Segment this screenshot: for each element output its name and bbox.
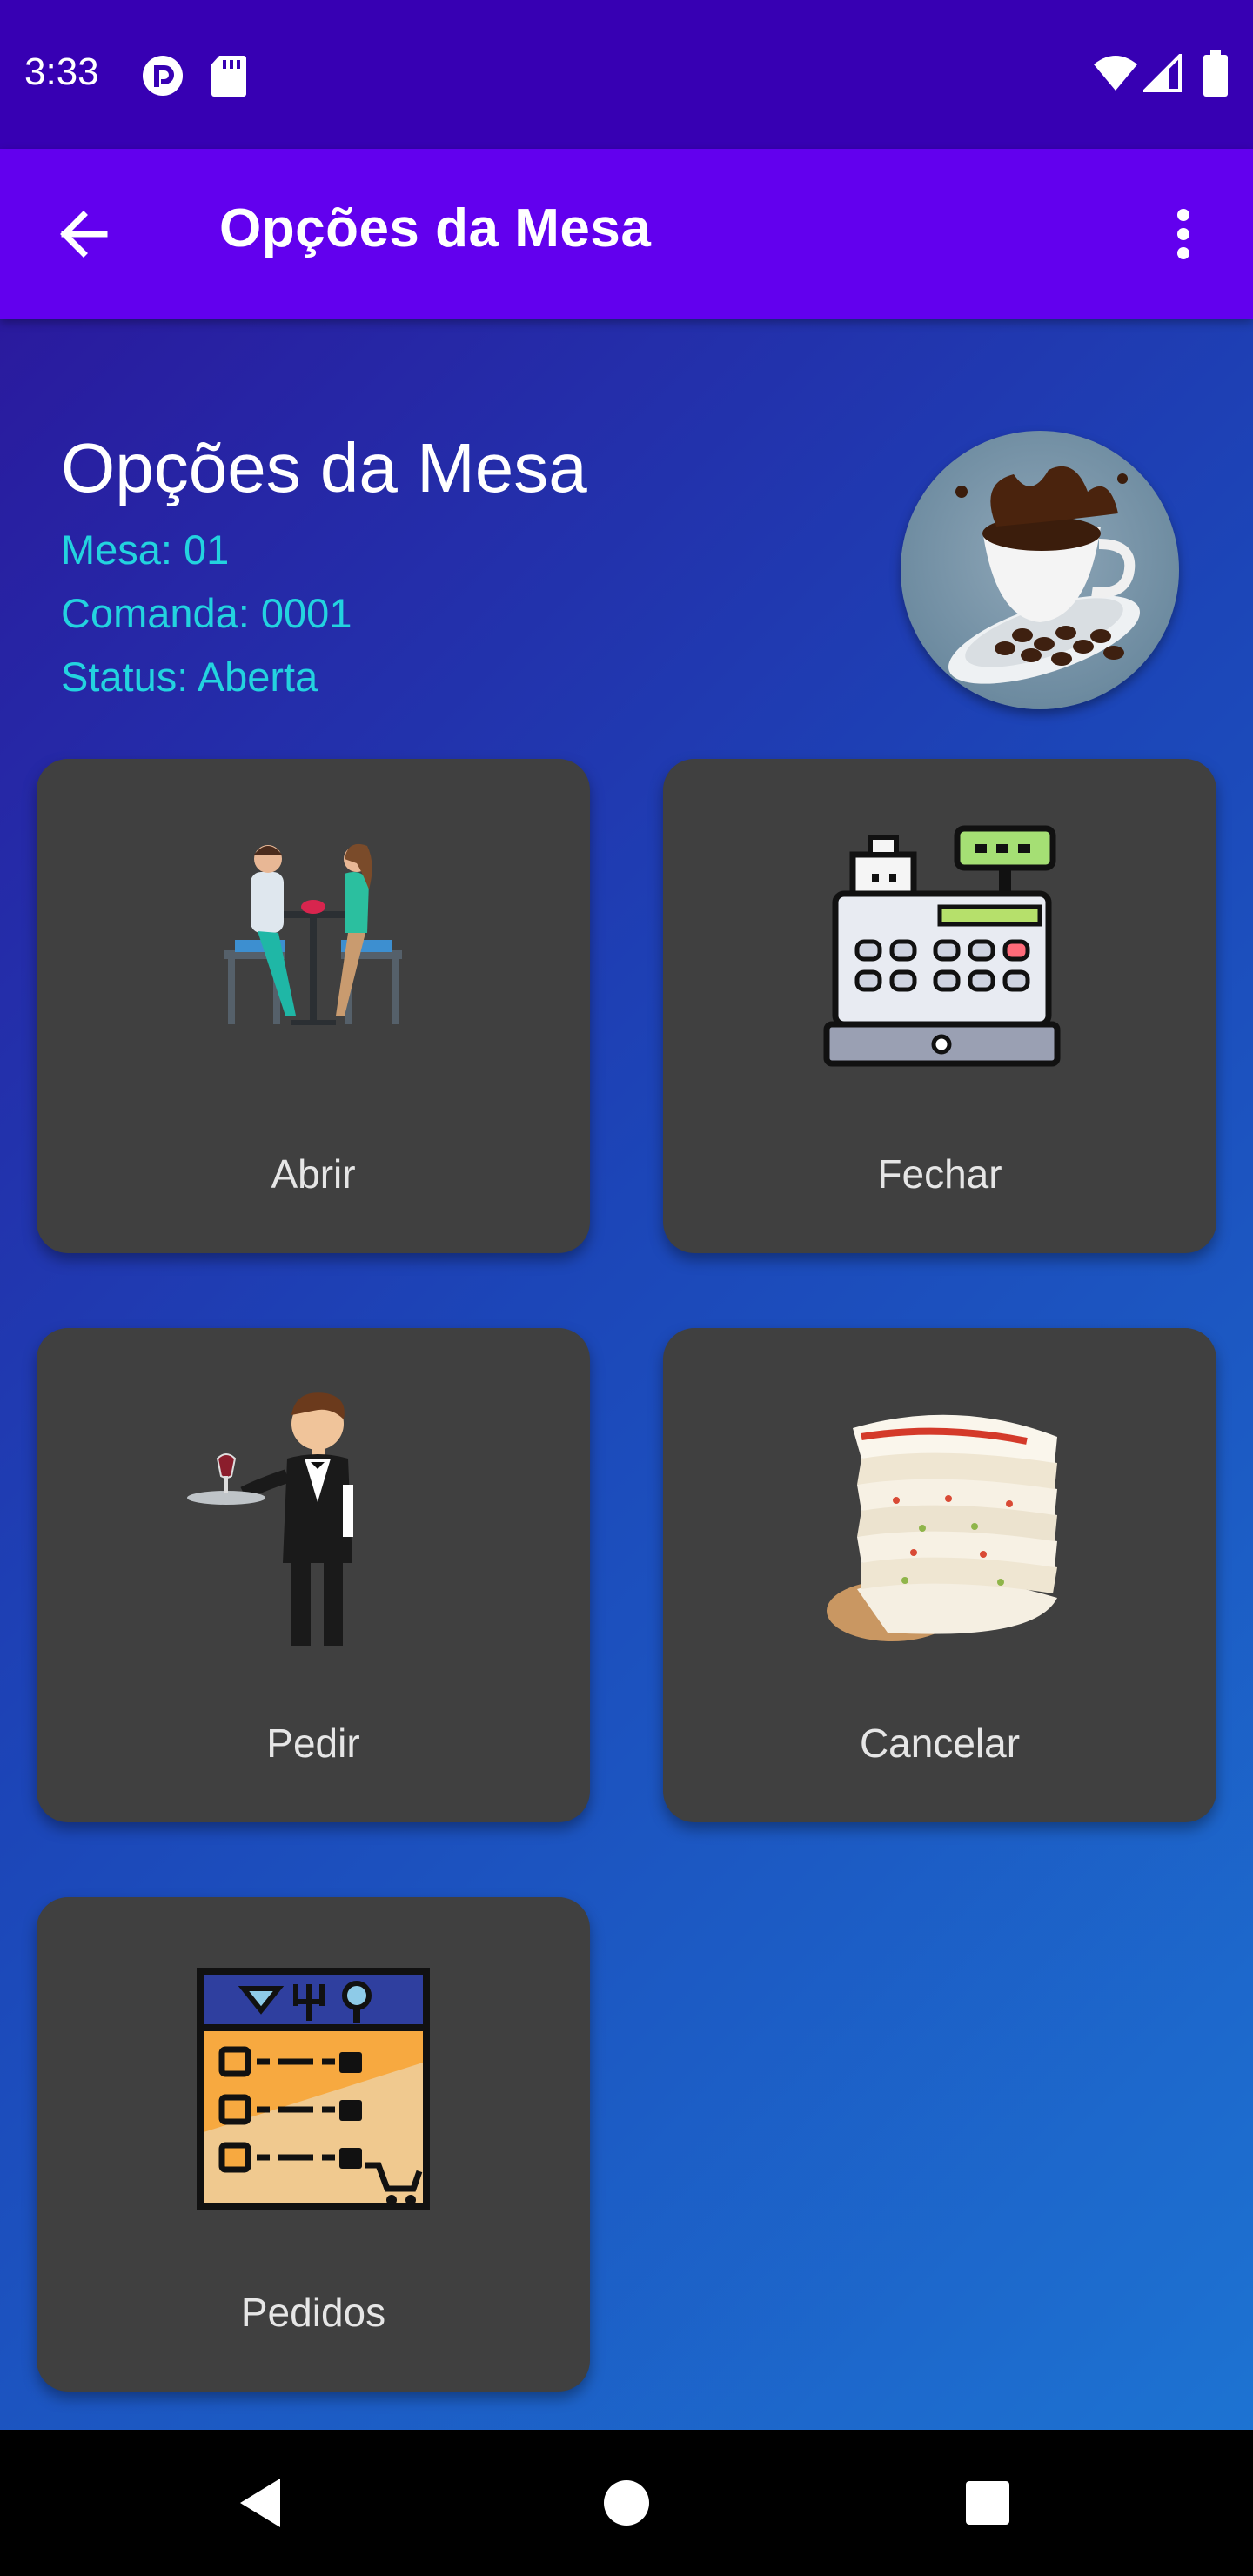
- comanda-label: Comanda: 0001: [61, 590, 352, 636]
- card-label: Fechar: [877, 1151, 1002, 1197]
- back-triangle-icon[interactable]: [218, 2459, 305, 2546]
- tapioca-stack-icon: [827, 1414, 1057, 1641]
- arrow-back-icon[interactable]: [44, 192, 127, 276]
- more-vert-icon[interactable]: [1157, 192, 1209, 276]
- main-content: Opções da Mesa Mesa: 01 Comanda: 0001 St…: [0, 319, 1253, 2430]
- app-bar: Opções da Mesa: [0, 149, 1253, 319]
- page-title: Opções da Mesa: [61, 429, 587, 506]
- status-bar: 3:33: [0, 0, 1253, 149]
- status-label: Status: Aberta: [61, 654, 318, 700]
- sd-card-icon: [211, 56, 246, 97]
- avatar: [901, 431, 1179, 709]
- wifi-icon: [1094, 56, 1137, 91]
- home-circle-icon[interactable]: [583, 2459, 670, 2546]
- recents-square-icon[interactable]: [944, 2459, 1031, 2546]
- couple-dining-icon: [224, 843, 402, 1025]
- card-label: Pedir: [266, 1721, 360, 1766]
- navigation-bar: [0, 2430, 1253, 2576]
- card-pedidos[interactable]: Pedidos: [37, 1897, 590, 2392]
- order-list-icon: [197, 1968, 430, 2210]
- card-label: Abrir: [271, 1151, 356, 1197]
- waiter-icon: [187, 1392, 353, 1646]
- card-pedir[interactable]: Pedir: [37, 1328, 590, 1822]
- card-label: Pedidos: [240, 2290, 386, 2335]
- card-label: Cancelar: [859, 1721, 1021, 1766]
- coffee-cup-icon: [948, 466, 1141, 684]
- card-cancelar[interactable]: Cancelar: [663, 1328, 1216, 1822]
- card-fechar[interactable]: Fechar: [663, 759, 1216, 1253]
- pocket-casts-icon: [143, 56, 183, 96]
- app-bar-title: Opções da Mesa: [219, 198, 652, 258]
- card-abrir[interactable]: Abrir: [37, 759, 590, 1253]
- signal-icon: [1143, 54, 1182, 92]
- status-time: 3:33: [24, 50, 99, 93]
- mesa-label: Mesa: 01: [61, 527, 230, 573]
- cash-register-icon: [823, 825, 1061, 1067]
- battery-icon: [1203, 50, 1228, 97]
